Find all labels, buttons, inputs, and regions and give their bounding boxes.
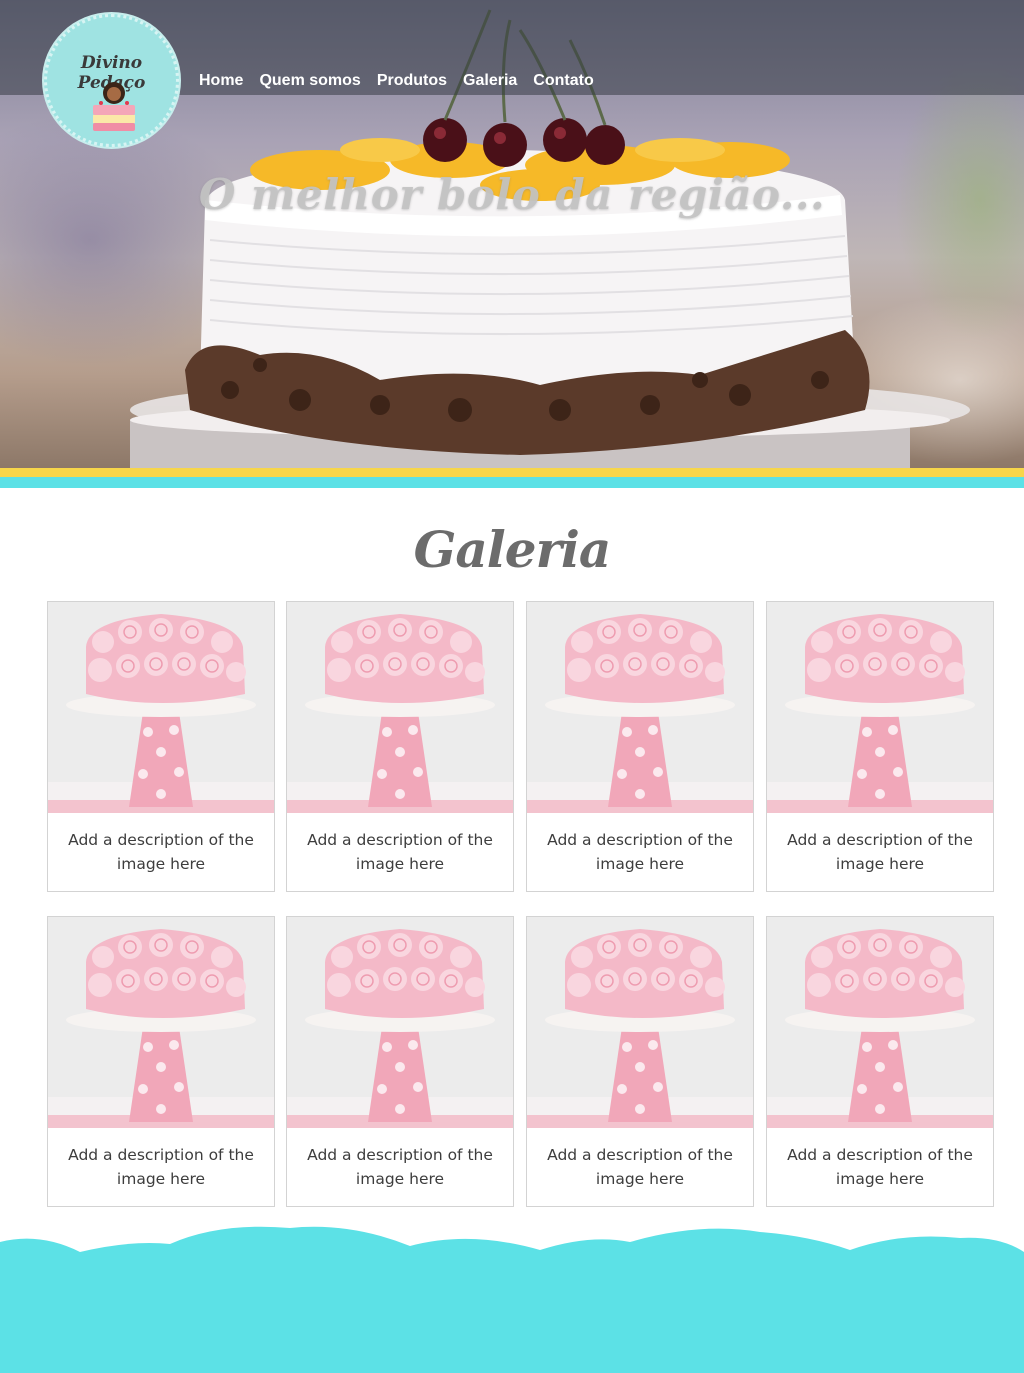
gallery-card[interactable]: Add a description of the image here [286,601,514,892]
divider-stripe-yellow [0,468,1024,477]
nav-item-produtos[interactable]: Produtos [377,72,447,90]
pink-cake-image [48,602,274,813]
gallery-card-image[interactable] [527,602,753,813]
divider-stripe-cyan [0,477,1024,488]
nav-item-contato[interactable]: Contato [533,72,593,90]
pink-cake-image [527,917,753,1128]
pink-cake-image [767,602,993,813]
nav-item-quem-somos[interactable]: Quem somos [259,72,360,90]
gallery-card[interactable]: Add a description of the image here [766,916,994,1207]
gallery-card[interactable]: Add a description of the image here [47,916,275,1207]
gallery-card-image[interactable] [48,602,274,813]
gallery-card-image[interactable] [767,602,993,813]
gallery-card[interactable]: Add a description of the image here [526,601,754,892]
logo-cake-icon [93,82,135,131]
main-nav: Home Quem somos Produtos Galeria Contato [199,72,594,90]
gallery-card-image[interactable] [48,917,274,1128]
footer-wave [0,1226,1024,1373]
nav-item-home[interactable]: Home [199,72,243,90]
gallery-card-description: Add a description of the image here [787,831,973,873]
pink-cake-image [527,602,753,813]
gallery-card-description: Add a description of the image here [307,831,493,873]
gallery-card[interactable]: Add a description of the image here [47,601,275,892]
gallery-card-image[interactable] [287,917,513,1128]
gallery-card-description: Add a description of the image here [307,1146,493,1188]
hero-title: O melhor bolo da região... [198,170,826,219]
logo[interactable]: Divino Pedaço [44,14,179,147]
gallery-card-description: Add a description of the image here [787,1146,973,1188]
gallery-card-image[interactable] [767,917,993,1128]
gallery-card-description: Add a description of the image here [68,831,254,873]
gallery-title: Galeria [413,520,612,579]
gallery-card-image[interactable] [287,602,513,813]
pink-cake-image [287,602,513,813]
gallery-card-description: Add a description of the image here [547,1146,733,1188]
gallery-card[interactable]: Add a description of the image here [526,916,754,1207]
gallery-card-description: Add a description of the image here [68,1146,254,1188]
pink-cake-image [48,917,274,1128]
gallery-card-description: Add a description of the image here [547,831,733,873]
pink-cake-image [767,917,993,1128]
gallery-card[interactable]: Add a description of the image here [766,601,994,892]
pink-cake-image [287,917,513,1128]
gallery-card[interactable]: Add a description of the image here [286,916,514,1207]
gallery-card-image[interactable] [527,917,753,1128]
nav-item-galeria[interactable]: Galeria [463,72,517,90]
